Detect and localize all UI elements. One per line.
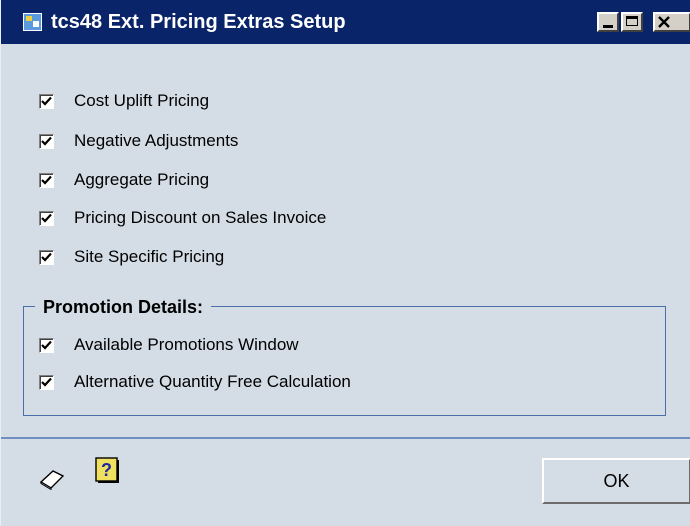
setup-window: tcs48 Ext. Pricing Extras Setup Cost Upl… xyxy=(0,0,690,526)
maximize-icon xyxy=(626,16,638,26)
minimize-button[interactable] xyxy=(597,12,619,32)
option-label: Aggregate Pricing xyxy=(74,170,210,189)
option-site-specific-pricing[interactable]: Site Specific Pricing xyxy=(39,245,224,269)
checkbox[interactable] xyxy=(39,249,54,265)
checkmark-icon xyxy=(41,213,52,223)
minimize-icon xyxy=(603,25,613,28)
checkbox[interactable] xyxy=(39,133,54,149)
checkmark-icon xyxy=(41,96,52,106)
promotion-details-group xyxy=(23,306,666,416)
option-label: Available Promotions Window xyxy=(74,335,299,354)
checkmark-icon xyxy=(41,252,52,262)
option-cost-uplift-pricing[interactable]: Cost Uplift Pricing xyxy=(39,89,209,113)
checkbox[interactable] xyxy=(39,210,54,226)
maximize-button[interactable] xyxy=(621,12,643,32)
option-available-promotions-window[interactable]: Available Promotions Window xyxy=(39,333,299,357)
window-icon xyxy=(23,13,42,31)
help-icon[interactable]: ? xyxy=(95,457,119,483)
option-alternative-quantity-free-calculation[interactable]: Alternative Quantity Free Calculation xyxy=(39,370,351,394)
close-button[interactable] xyxy=(653,12,690,32)
footer-separator xyxy=(1,437,690,439)
checkmark-icon xyxy=(41,377,52,387)
checkbox[interactable] xyxy=(39,337,54,353)
window-title: tcs48 Ext. Pricing Extras Setup xyxy=(51,11,346,33)
option-label: Pricing Discount on Sales Invoice xyxy=(74,208,327,227)
checkmark-icon xyxy=(41,340,52,350)
close-icon xyxy=(658,16,670,28)
checkbox[interactable] xyxy=(39,374,54,390)
checkmark-icon xyxy=(41,136,52,146)
promotion-details-title: Promotion Details: xyxy=(35,296,212,318)
title-bar[interactable]: tcs48 Ext. Pricing Extras Setup xyxy=(1,0,690,44)
option-label: Site Specific Pricing xyxy=(74,247,225,266)
option-label: Cost Uplift Pricing xyxy=(74,91,210,110)
help-glyph: ? xyxy=(101,460,112,480)
option-label: Negative Adjustments xyxy=(74,131,239,150)
option-aggregate-pricing[interactable]: Aggregate Pricing xyxy=(39,168,209,192)
ok-button[interactable]: OK xyxy=(542,458,690,504)
option-label: Alternative Quantity Free Calculation xyxy=(74,372,351,391)
checkbox[interactable] xyxy=(39,172,54,188)
option-pricing-discount-sales-invoice[interactable]: Pricing Discount on Sales Invoice xyxy=(39,206,326,230)
note-icon[interactable] xyxy=(39,468,65,490)
checkbox[interactable] xyxy=(39,93,54,109)
checkmark-icon xyxy=(41,175,52,185)
option-negative-adjustments[interactable]: Negative Adjustments xyxy=(39,129,238,153)
